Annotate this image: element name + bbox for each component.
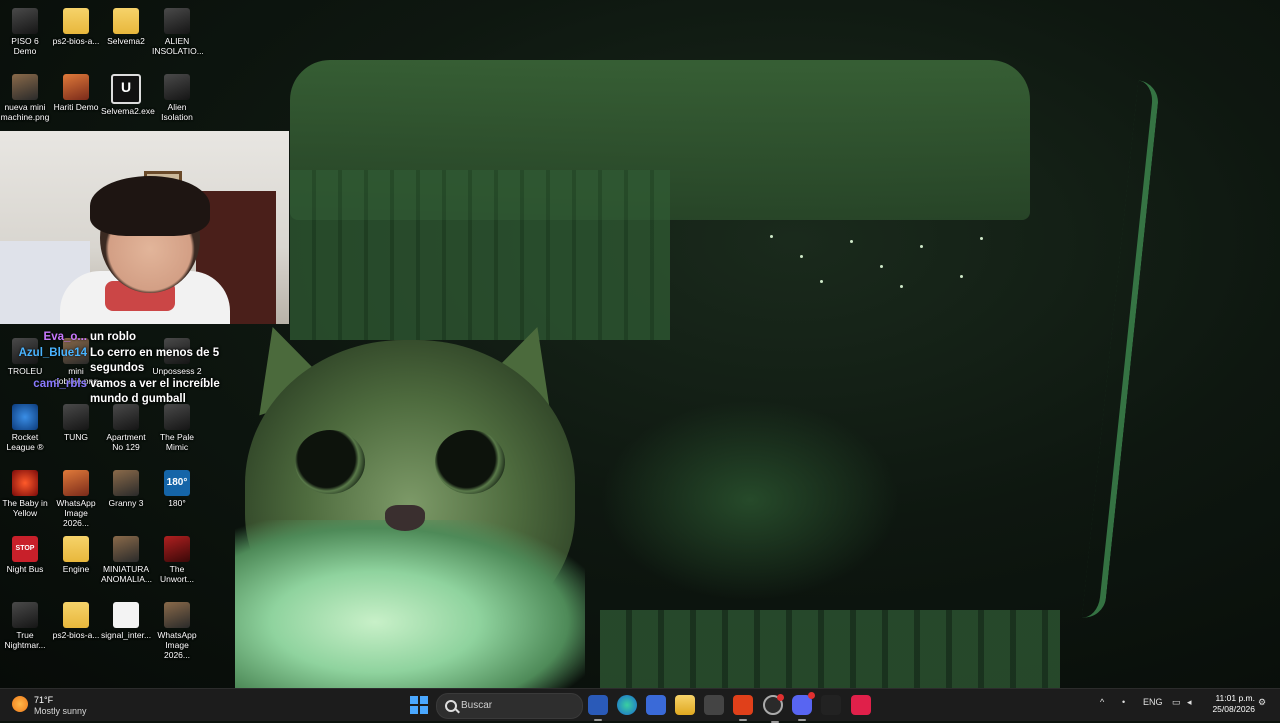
desktop-icon-alien-insolation[interactable]: ALIEN INSOLATIO... — [152, 8, 204, 56]
taskbar-app-store-icon[interactable] — [588, 695, 608, 721]
desktop-icon-miniatura-anomalia[interactable]: MINIATURA ANOMALIA... — [101, 536, 152, 584]
search-placeholder: Buscar — [461, 700, 493, 711]
chat-message: Azul_Blue14 Lo cerro en menos de 5 segun… — [4, 346, 230, 376]
desktop-icon-night-bus[interactable]: STOP Night Bus — [0, 536, 50, 574]
image-file-icon — [164, 602, 190, 628]
desktop-icon-true-nightmare[interactable]: True Nightmar... — [0, 602, 50, 650]
desktop-icon-piso6-demo[interactable]: PISO 6 Demo — [0, 8, 50, 56]
text-file-icon — [113, 602, 139, 628]
stop-sign-icon: STOP — [12, 536, 38, 562]
clock-time: 11:01 p.m. — [1215, 693, 1255, 703]
sun-icon — [12, 696, 28, 712]
wallpaper-floor — [600, 610, 1060, 688]
taskbar-search[interactable]: Buscar — [436, 693, 583, 719]
game-icon — [12, 8, 38, 34]
chat-username: Azul_Blue14 — [18, 347, 87, 359]
chat-username: cami_rbls — [33, 378, 87, 390]
file-explorer-icon[interactable] — [675, 695, 695, 715]
image-file-icon — [113, 536, 139, 562]
game-icon — [63, 74, 89, 100]
stream-chat-overlay: Eva_o... un roblo Azul_Blue14 Lo cerro e… — [4, 330, 230, 408]
desktop-icon-hariti-demo[interactable]: Hariti Demo — [51, 74, 101, 112]
folder-icon — [63, 536, 89, 562]
folder-icon — [63, 8, 89, 34]
desktop-icon-pale-mimic[interactable]: The Pale Mimic — [152, 404, 202, 452]
webcam-overlay — [0, 131, 289, 324]
image-file-icon — [12, 74, 38, 100]
windows-logo-icon — [410, 696, 418, 704]
game-icon — [164, 536, 190, 562]
tiktok-icon[interactable] — [851, 695, 871, 715]
desktop-icon-apartment-129[interactable]: Apartment No 129 — [101, 404, 151, 452]
start-button[interactable] — [410, 696, 428, 714]
desktop-icon-180[interactable]: 180° 180° — [152, 470, 202, 508]
wallpaper-city-lights — [760, 225, 1000, 305]
network-icon[interactable]: ▭ — [1172, 697, 1181, 708]
clock-date: 25/08/2026 — [1212, 704, 1255, 714]
image-file-icon — [63, 470, 89, 496]
desktop-icon-nueva-mini[interactable]: nueva mini machine.png — [0, 74, 50, 122]
edge-icon[interactable] — [617, 695, 637, 715]
desktop-icon-whatsapp-image-1[interactable]: WhatsApp Image 2026... — [51, 470, 101, 528]
chat-text: Lo cerro en menos de 5 segundos — [90, 347, 220, 374]
desktop-icon-tung[interactable]: TUNG — [51, 404, 101, 442]
microsoft-store-icon[interactable] — [646, 695, 666, 715]
game-icon — [113, 470, 139, 496]
wallpaper-rail — [1081, 80, 1161, 620]
language-indicator[interactable]: ENG — [1143, 697, 1163, 707]
chevron-up-icon[interactable]: ^ — [1100, 697, 1104, 707]
chat-message: Eva_o... un roblo — [4, 330, 230, 345]
desktop-icon-rocket-league[interactable]: Rocket League ® — [0, 404, 50, 452]
taskbar: 71°F Mostly sunny Buscar ^ • ENG ▭ ◂ 11:… — [0, 688, 1280, 723]
desktop-icon-ps2-bios[interactable]: ps2-bios-a... — [51, 8, 101, 46]
game-icon — [12, 470, 38, 496]
weather-condition: Mostly sunny — [34, 706, 87, 716]
folder-icon — [63, 602, 89, 628]
microphone-icon[interactable]: • — [1122, 697, 1125, 707]
chat-text: vamos a ver el increíble mundo d gumball — [90, 378, 220, 405]
desktop-icon-baby-in-yellow[interactable]: The Baby in Yellow — [0, 470, 50, 518]
game-icon — [164, 74, 190, 100]
unreal-engine-icon: U — [111, 74, 141, 104]
search-icon — [445, 700, 457, 712]
chat-username: Eva_o... — [43, 331, 87, 343]
desktop-icon-ps2-bios-2[interactable]: ps2-bios-a... — [51, 602, 101, 640]
wallpaper-grass — [600, 400, 900, 600]
wallpaper-cat — [215, 314, 605, 688]
game-icon — [164, 8, 190, 34]
folder-icon — [113, 8, 139, 34]
desktop-icon-engine[interactable]: Engine — [51, 536, 101, 574]
wallpaper-wall — [290, 170, 670, 340]
desktop-icon-signal-inter[interactable]: signal_inter... — [101, 602, 151, 640]
volume-icon[interactable]: ◂ — [1187, 697, 1192, 708]
steam-icon[interactable] — [821, 695, 841, 715]
desktop-icon-alien-isolation[interactable]: Alien Isolation — [152, 74, 202, 122]
weather-temp: 71°F — [34, 695, 54, 705]
notifications-icon[interactable]: ⚙ — [1258, 697, 1266, 708]
chat-text: un roblo — [90, 331, 136, 343]
chrome-icon[interactable] — [763, 694, 784, 723]
desktop-icon-selvema2[interactable]: Selvema2 — [101, 8, 151, 46]
clock[interactable]: 11:01 p.m. 25/08/2026 — [1205, 693, 1255, 715]
discord-icon[interactable] — [792, 692, 815, 721]
desktop-icon-whatsapp-image-2[interactable]: WhatsApp Image 2026... — [152, 602, 202, 660]
desktop-icon-granny-3[interactable]: Granny 3 — [101, 470, 151, 508]
game-icon — [12, 602, 38, 628]
game-icon: 180° — [164, 470, 190, 496]
desktop-icon-selvema2-exe[interactable]: U Selvema2.exe — [101, 74, 155, 116]
desktop-icon-the-unwort[interactable]: The Unwort... — [152, 536, 202, 584]
brave-icon[interactable] — [733, 695, 753, 721]
chat-message: cami_rbls vamos a ver el increíble mundo… — [4, 377, 230, 407]
unity-icon[interactable] — [704, 695, 724, 715]
